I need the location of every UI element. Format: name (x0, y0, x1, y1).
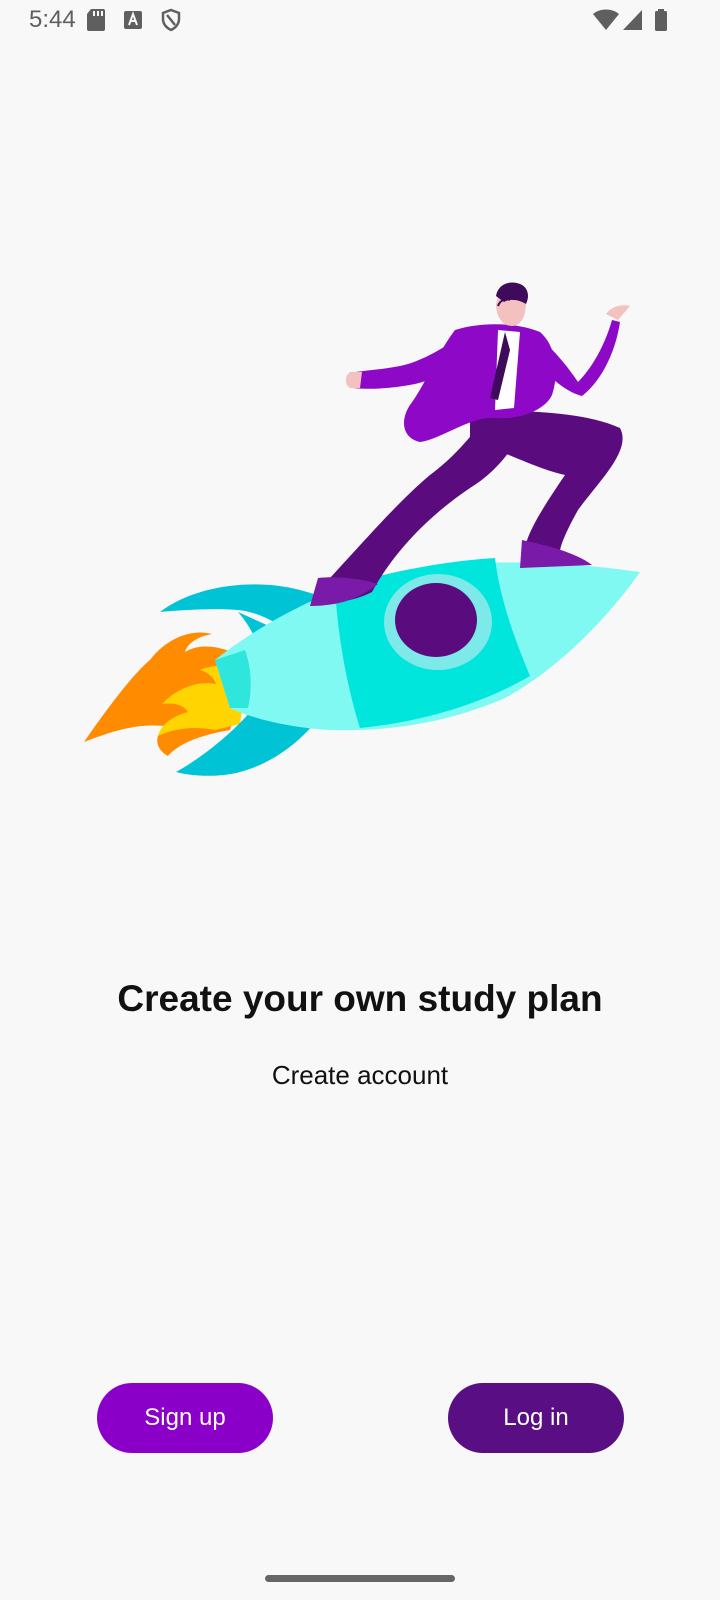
login-button-label: Log in (503, 1404, 569, 1431)
sd-card-icon (87, 9, 105, 31)
onboarding-subtitle: Create account (271, 1060, 449, 1090)
wifi-icon (593, 9, 619, 30)
home-indicator[interactable] (265, 1575, 455, 1582)
shield-icon (161, 8, 181, 32)
rocket-body (215, 558, 640, 731)
signup-button-label: Sign up (144, 1404, 226, 1431)
cellular-signal-icon (623, 10, 642, 30)
font-a-icon (124, 11, 142, 29)
signup-button[interactable]: Sign up (97, 1383, 273, 1453)
login-button[interactable]: Log in (448, 1383, 624, 1453)
man-riding-rocket-illustration (84, 282, 640, 776)
battery-icon (655, 9, 667, 31)
man-figure (310, 282, 630, 606)
onboarding-screen: 5:44 Create your own study plan Create a… (0, 0, 720, 1600)
status-time: 5:44 (29, 6, 76, 33)
onboarding-title: Create your own study plan (117, 978, 603, 1019)
status-bar: 5:44 (0, 0, 720, 44)
